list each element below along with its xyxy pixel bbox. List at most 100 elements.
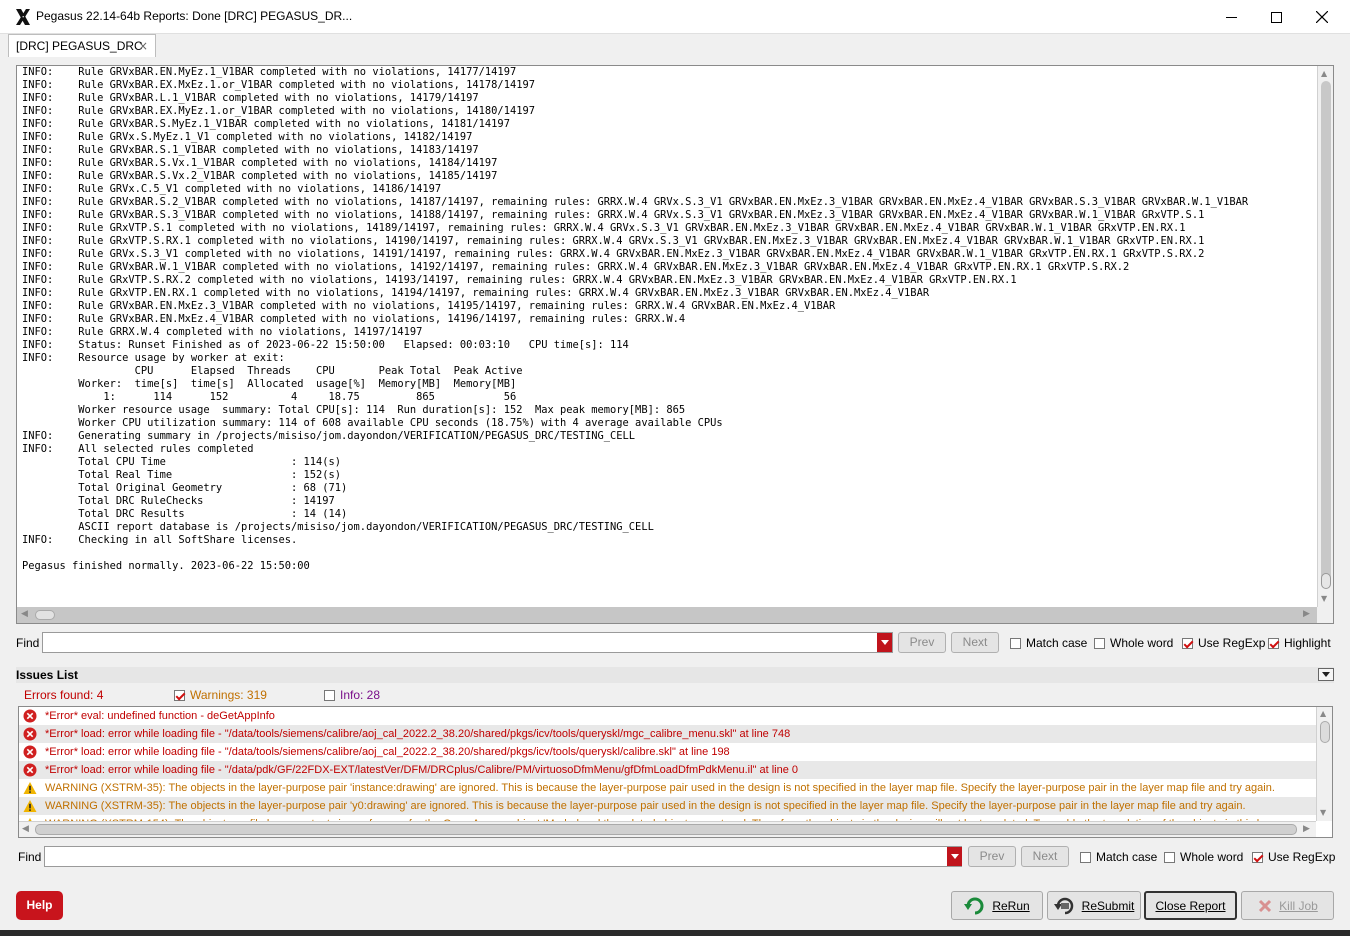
issues-collapse-button[interactable] [1318,668,1334,681]
issues-find-input[interactable] [44,846,962,867]
log-line: INFO: Rule GRVxBAR.L.1_V1BAR completed w… [22,92,479,104]
kill-job-button[interactable]: Kill Job [1241,891,1334,920]
checkbox-box[interactable] [1080,851,1091,863]
highlight-label: Highlight [1284,636,1331,650]
scroll-corner [1317,607,1333,623]
log-line: INFO: Rule GRVx.C.5_V1 completed with no… [22,183,442,195]
issue-row-error[interactable]: *Error* eval: undefined function - deGet… [19,707,1316,725]
checkbox-box[interactable] [1164,851,1175,863]
issues-horizontal-scroll-thumb[interactable] [35,824,1297,835]
scroll-up-icon[interactable]: ▲ [1320,709,1326,718]
chevron-down-icon [880,640,889,645]
match-case-checkbox[interactable]: Match case [1010,636,1087,650]
log-line: INFO: Rule GRVxBAR.EN.MxEz.3_V1BAR compl… [22,300,836,312]
log-line: INFO: Rule GRVxBAR.EX.MxEz.1.or_V1BAR co… [22,79,535,91]
rerun-icon [964,897,984,914]
scroll-right-icon[interactable]: ▶ [1303,824,1310,834]
highlight-checkbox[interactable]: Highlight [1268,636,1331,650]
match-case-checkbox[interactable]: Match case [1080,850,1157,864]
log-line: Worker CPU utilization summary: 114 of 6… [22,417,723,429]
error-icon [23,727,37,741]
whole-word-checkbox[interactable]: Whole word [1094,636,1173,650]
issue-text: *Error* load: error while loading file -… [45,728,791,740]
tab-drc-report[interactable]: [DRC] PEGASUS_DRC × [8,34,156,57]
scroll-right-icon[interactable]: ▶ [1303,609,1310,619]
log-line: Total Original Geometry : 68 (71) [22,482,348,494]
warnings-filter-checkbox[interactable]: Warnings: 319 [174,688,267,702]
log-horizontal-scrollbar[interactable]: ◀ ▶ [17,607,1317,623]
issue-text: WARNING (XSTRM-35): The objects in the l… [45,800,1246,812]
log-line: INFO: Rule GRxVTP.EN.RX.1 completed with… [22,287,930,299]
find-history-dropdown[interactable] [877,633,892,652]
rerun-button[interactable]: ReRun [951,891,1043,920]
issue-text: *Error* eval: undefined function - deGet… [45,710,275,722]
log-line: INFO: Rule GRVxBAR.S.Vx.2_V1BAR complete… [22,170,498,182]
issues-vertical-scroll-thumb[interactable] [1320,721,1330,743]
log-line: INFO: Rule GRVxBAR.S.1_V1BAR completed w… [22,144,479,156]
checkbox-box-checked[interactable] [1268,637,1279,649]
issue-row-warning[interactable]: WARNING (XSTRM-35): The objects in the l… [19,797,1316,815]
help-button[interactable]: Help [16,891,63,920]
checkbox-box[interactable] [1094,637,1105,649]
find-label: Find [18,850,42,864]
tab-close-icon[interactable]: × [138,39,148,53]
scroll-up-icon[interactable]: ▲ [1321,69,1327,78]
log-horizontal-scroll-thumb[interactable] [35,610,55,620]
warning-icon [23,782,37,794]
log-line: Total DRC RuleChecks : 14197 [22,495,335,507]
log-line: Total CPU Time : 114(s) [22,456,342,468]
issue-text: *Error* load: error while loading file -… [45,746,730,758]
tab-bar: [DRC] PEGASUS_DRC × [0,34,1350,58]
log-line: INFO: Rule GRVxBAR.EN.MyEz.1_V1BAR compl… [22,66,517,78]
chevron-down-icon [1322,672,1330,677]
log-find-input[interactable] [42,632,893,653]
maximize-icon [1270,11,1282,23]
kill-icon [1259,899,1272,912]
close-report-button[interactable]: Close Report [1144,891,1237,920]
issue-row-error[interactable]: *Error* load: error while loading file -… [19,761,1316,779]
match-case-label: Match case [1026,636,1088,650]
issue-row-error[interactable]: *Error* load: error while loading file -… [19,743,1316,761]
error-icon [23,745,37,759]
checkbox-box-checked[interactable] [174,689,185,701]
find-next-button[interactable]: Next [951,632,999,653]
log-line: INFO: Status: Runset Finished as of 2023… [22,339,629,351]
checkbox-box-checked[interactable] [1252,851,1263,863]
issues-vertical-scrollbar[interactable]: ▲ ▼ [1316,707,1332,821]
checkbox-box[interactable] [324,689,335,701]
maximize-button[interactable] [1253,0,1299,34]
log-vertical-scroll-track [1321,81,1331,585]
use-regexp-checkbox[interactable]: Use RegExp [1252,850,1335,864]
resubmit-button[interactable]: ReSubmit [1047,891,1141,920]
chevron-down-icon [950,854,959,859]
checkbox-box-checked[interactable] [1182,637,1193,649]
error-icon [23,763,37,777]
log-line: Total Real Time : 152(s) [22,469,342,481]
scroll-left-icon[interactable]: ◀ [21,609,28,619]
find-prev-button[interactable]: Prev [968,846,1016,867]
tab-label: [DRC] PEGASUS_DRC [16,39,143,53]
log-line: INFO: Rule GRVxBAR.S.MyEz.1_V1BAR comple… [22,118,510,130]
log-line: INFO: Rule GRxVTP.S.RX.2 completed with … [22,274,1017,286]
close-window-button[interactable] [1299,0,1345,34]
scroll-down-icon[interactable]: ▼ [1320,808,1326,817]
use-regexp-checkbox[interactable]: Use RegExp [1182,636,1265,650]
issues-counts: Errors found: 4 Warnings: 319 Info: 28 [16,686,1334,704]
whole-word-checkbox[interactable]: Whole word [1164,850,1243,864]
find-next-button[interactable]: Next [1021,846,1069,867]
find-history-dropdown[interactable] [947,847,962,866]
issue-row-error[interactable]: *Error* load: error while loading file -… [19,725,1316,743]
scroll-down-icon[interactable]: ▼ [1321,594,1327,603]
issues-find-bar: Find Prev Next Match case Whole word Use… [0,845,1350,869]
info-filter-checkbox[interactable]: Info: 28 [324,688,380,702]
log-vertical-scroll-thumb[interactable] [1321,573,1331,589]
checkbox-box[interactable] [1010,637,1021,649]
find-prev-button[interactable]: Prev [898,632,946,653]
log-line: Total DRC Results : 14 (14) [22,508,348,520]
minimize-button[interactable] [1208,0,1254,34]
log-vertical-scrollbar[interactable]: ▲ ▼ [1317,66,1333,608]
issues-horizontal-scrollbar[interactable]: ◀ ▶ [19,821,1316,837]
issue-row-warning[interactable]: WARNING (XSTRM-35): The objects in the l… [19,779,1316,797]
use-regexp-label: Use RegExp [1198,636,1266,650]
scroll-left-icon[interactable]: ◀ [22,824,29,834]
